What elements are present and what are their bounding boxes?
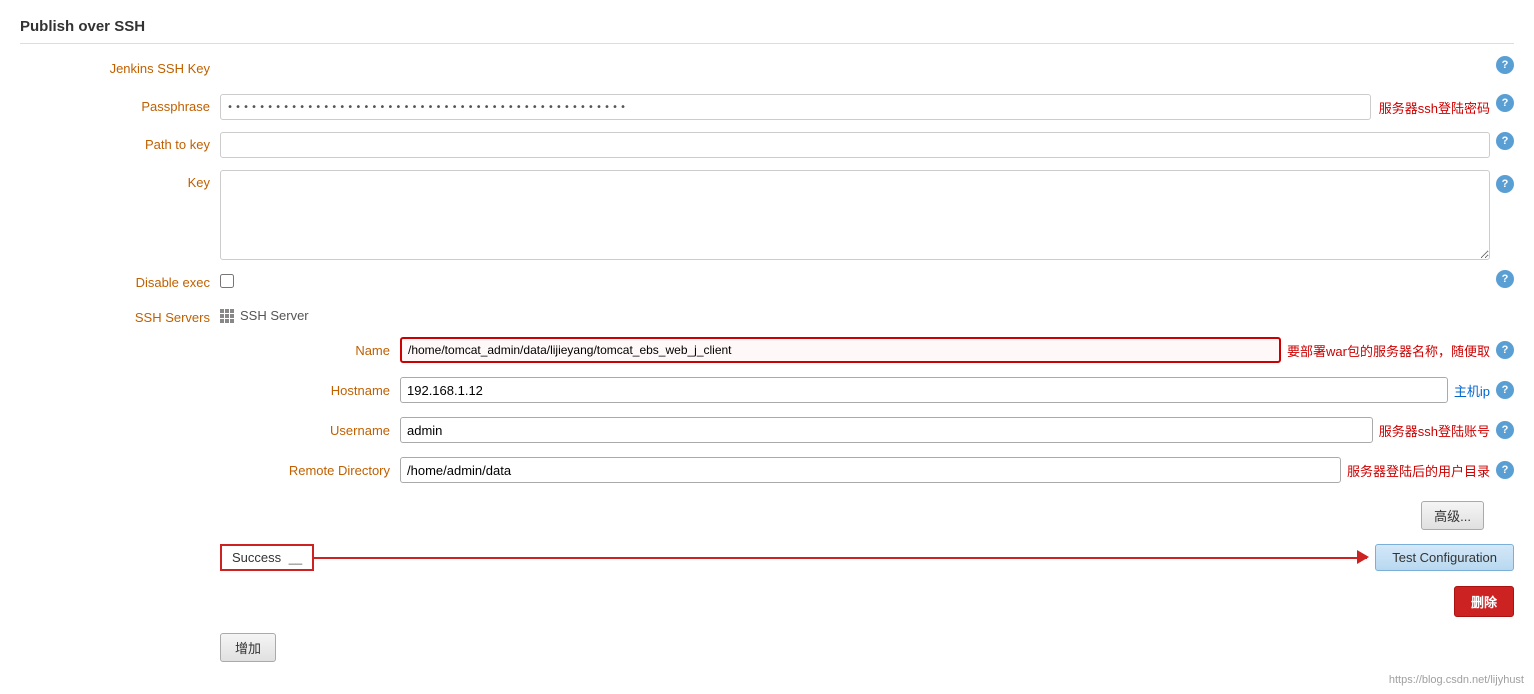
jenkins-ssh-key-label: Jenkins SSH Key	[20, 56, 220, 76]
path-to-key-label: Path to key	[20, 132, 220, 152]
key-textarea[interactable]	[220, 170, 1490, 260]
watermark: https://blog.csdn.net/lijyhust	[1389, 674, 1524, 686]
remote-directory-help-icon[interactable]: ?	[1496, 461, 1514, 479]
username-label: Username	[220, 423, 400, 438]
name-label: Name	[220, 343, 400, 358]
test-configuration-button[interactable]: Test Configuration	[1375, 544, 1514, 571]
remote-directory-input[interactable]	[400, 457, 1341, 483]
red-arrow-head	[1357, 550, 1369, 564]
add-button[interactable]: 增加	[220, 633, 276, 662]
passphrase-input[interactable]	[220, 94, 1371, 120]
ssh-servers-row: SSH Servers SSH Server Name 要部署war包的服务器名…	[20, 308, 1514, 617]
ssh-servers-label: SSH Servers	[20, 308, 220, 325]
disable-exec-control	[220, 270, 1490, 288]
username-row: Username 服务器ssh登陆账号 ?	[220, 417, 1514, 443]
path-to-key-row: Path to key ?	[20, 132, 1514, 160]
drag-handle-icon	[220, 309, 234, 323]
success-text: Success	[232, 550, 281, 565]
hostname-label: Hostname	[220, 383, 400, 398]
disable-exec-label: Disable exec	[20, 270, 220, 290]
success-underscore: __	[289, 551, 302, 565]
key-label: Key	[20, 170, 220, 190]
passphrase-help-icon[interactable]: ?	[1496, 94, 1514, 112]
name-row: Name 要部署war包的服务器名称，随便取 ?	[220, 337, 1514, 363]
key-help-icon[interactable]: ?	[1496, 175, 1514, 193]
remote-directory-annotation: 服务器登陆后的用户目录	[1347, 461, 1490, 480]
advanced-button[interactable]: 高级...	[1421, 501, 1484, 530]
key-row: Key ?	[20, 170, 1514, 260]
path-to-key-input[interactable]	[220, 132, 1490, 158]
remote-directory-control: 服务器登陆后的用户目录	[400, 457, 1490, 483]
passphrase-control: 服务器ssh登陆密码	[220, 94, 1490, 120]
remote-directory-label: Remote Directory	[220, 463, 400, 478]
name-control: 要部署war包的服务器名称，随便取	[400, 337, 1490, 363]
username-input[interactable]	[400, 417, 1373, 443]
hostname-annotation: 主机ip	[1454, 381, 1490, 400]
passphrase-label: Passphrase	[20, 94, 220, 114]
section-title: Publish over SSH	[20, 10, 1514, 44]
delete-button[interactable]: 删除	[1454, 586, 1514, 617]
ssh-server-header: SSH Server	[220, 308, 309, 323]
path-to-key-help-icon[interactable]: ?	[1496, 132, 1514, 150]
success-box: Success __	[220, 544, 314, 571]
jenkins-ssh-key-row: Jenkins SSH Key ?	[20, 56, 1514, 84]
name-help-icon[interactable]: ?	[1496, 341, 1514, 359]
disable-exec-row: Disable exec ?	[20, 270, 1514, 298]
key-control	[220, 170, 1490, 260]
publish-over-ssh-panel: Publish over SSH Jenkins SSH Key ? Passp…	[0, 0, 1534, 694]
remote-directory-row: Remote Directory 服务器登陆后的用户目录 ?	[220, 457, 1514, 483]
disable-exec-help-icon[interactable]: ?	[1496, 270, 1514, 288]
ssh-server-header-label: SSH Server	[240, 308, 309, 323]
red-arrow-line	[314, 557, 1367, 559]
ssh-servers-control: SSH Server Name 要部署war包的服务器名称，随便取 ? Host…	[220, 308, 1514, 617]
passphrase-row: Passphrase 服务器ssh登陆密码 ?	[20, 94, 1514, 122]
hostname-help-icon[interactable]: ?	[1496, 381, 1514, 399]
username-help-icon[interactable]: ?	[1496, 421, 1514, 439]
jenkins-ssh-key-help-icon[interactable]: ?	[1496, 56, 1514, 74]
hostname-input[interactable]	[400, 377, 1448, 403]
hostname-control: 主机ip	[400, 377, 1490, 403]
name-input[interactable]	[400, 337, 1281, 363]
passphrase-annotation: 服务器ssh登陆密码	[1379, 98, 1490, 117]
arrow-area	[314, 542, 1367, 572]
username-control: 服务器ssh登陆账号	[400, 417, 1490, 443]
passphrase-input-wrapper: 服务器ssh登陆密码	[220, 94, 1490, 120]
disable-exec-checkbox[interactable]	[220, 274, 234, 288]
hostname-row: Hostname 主机ip ?	[220, 377, 1514, 403]
path-to-key-control	[220, 132, 1490, 158]
name-annotation: 要部署war包的服务器名称，随便取	[1287, 341, 1490, 360]
username-annotation: 服务器ssh登陆账号	[1379, 421, 1490, 440]
